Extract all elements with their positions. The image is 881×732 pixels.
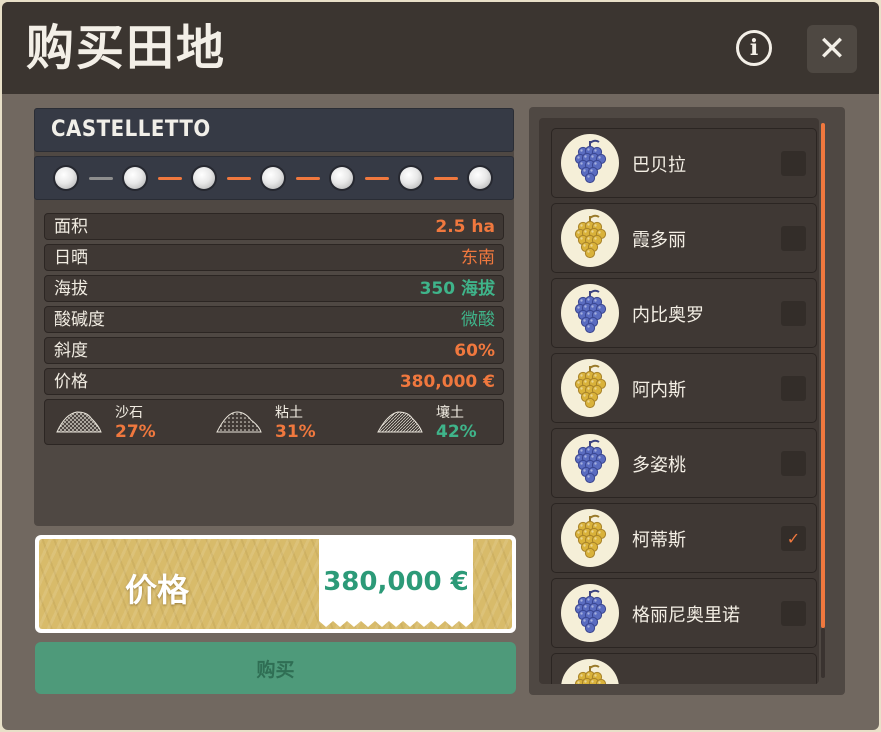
property-value: 350 海拔	[419, 279, 495, 299]
progress-dash	[227, 177, 251, 180]
field-name-header: CASTELLETTO	[34, 108, 514, 152]
progress-dot	[124, 167, 146, 189]
grape-item[interactable]: 格丽尼奥里诺	[551, 578, 817, 648]
property-row-altitude: 海拔 350 海拔	[44, 275, 504, 302]
grape-name: 多姿桃	[632, 455, 686, 476]
dialog-titlebar: 购买田地 i ✕	[2, 2, 879, 94]
grape-item[interactable]: 内比奥罗	[551, 278, 817, 348]
progress-dash	[158, 177, 182, 180]
checkbox[interactable]	[781, 376, 806, 401]
gravel-pile-icon	[56, 411, 102, 433]
progress-dot	[331, 167, 353, 189]
soil-loam: 壤土 42%	[376, 400, 526, 446]
checkbox[interactable]	[781, 226, 806, 251]
property-row-area: 面积 2.5 ha	[44, 213, 504, 240]
property-value: 60%	[454, 341, 495, 361]
grape-name: 格丽尼奥里诺	[632, 605, 740, 626]
soil-name: 粘土	[275, 405, 303, 421]
progress-dash	[296, 177, 320, 180]
progress-dot	[400, 167, 422, 189]
property-label: 价格	[54, 372, 88, 392]
soil-clay: 粘土 31%	[215, 400, 365, 446]
property-label: 日晒	[54, 248, 88, 268]
progress-dash	[89, 177, 113, 180]
grape-item[interactable]	[551, 653, 817, 684]
grape-cluster-icon	[561, 359, 619, 417]
soil-percent: 27%	[115, 422, 156, 442]
progress-dash	[434, 177, 458, 180]
grape-cluster-icon	[561, 509, 619, 567]
property-label: 斜度	[54, 341, 88, 361]
checkbox[interactable]	[781, 301, 806, 326]
field-progress-track	[34, 156, 514, 200]
progress-dot	[469, 167, 491, 189]
grape-item[interactable]: 柯蒂斯 ✓	[551, 503, 817, 573]
soil-percent: 42%	[436, 422, 477, 442]
checkbox[interactable]	[781, 151, 806, 176]
soil-name: 壤土	[436, 405, 464, 421]
grape-item[interactable]: 巴贝拉	[551, 128, 817, 198]
property-label: 酸碱度	[54, 310, 105, 330]
property-row-slope: 斜度 60%	[44, 337, 504, 364]
property-label: 海拔	[54, 279, 88, 299]
progress-dash	[365, 177, 389, 180]
wheat-background: 价格 380,000 €	[39, 539, 512, 629]
checkbox-checked[interactable]: ✓	[781, 526, 806, 551]
list-scrollbar-track[interactable]	[821, 628, 825, 678]
list-scrollbar-thumb[interactable]	[821, 123, 825, 628]
property-value: 微酸	[461, 310, 495, 330]
grape-name: 阿内斯	[632, 380, 686, 401]
grape-item[interactable]: 阿内斯	[551, 353, 817, 423]
property-row-acidity: 酸碱度 微酸	[44, 306, 504, 333]
property-value: 380,000 €	[399, 372, 495, 392]
grape-name: 内比奥罗	[632, 305, 704, 326]
grape-cluster-icon	[561, 434, 619, 492]
soil-name: 沙石	[115, 405, 143, 421]
grape-cluster-icon	[561, 134, 619, 192]
progress-dot	[193, 167, 215, 189]
field-details-panel: CASTELLETTO 面积 2.5 ha 日晒 东南 海拔 350 海拔 酸碱…	[34, 108, 514, 526]
grape-cluster-icon	[561, 584, 619, 642]
field-name: CASTELLETTO	[51, 117, 211, 142]
property-value: 东南	[461, 248, 495, 268]
price-summary: 价格 380,000 €	[35, 535, 516, 633]
progress-dot	[262, 167, 284, 189]
grape-cluster-icon	[561, 659, 619, 684]
soil-composition: 沙石 27% 粘土 31% 壤土 42%	[44, 399, 504, 445]
clay-pile-icon	[216, 411, 262, 433]
grape-cluster-icon	[561, 209, 619, 267]
info-icon[interactable]: i	[736, 30, 772, 66]
close-icon[interactable]: ✕	[807, 25, 857, 73]
grape-item[interactable]: 霞多丽	[551, 203, 817, 273]
price-value: 380,000 €	[323, 567, 469, 597]
property-row-sunlight: 日晒 东南	[44, 244, 504, 271]
checkbox[interactable]	[781, 451, 806, 476]
price-label: 价格	[125, 571, 190, 609]
soil-gravel: 沙石 27%	[55, 400, 205, 446]
grape-cluster-icon	[561, 284, 619, 342]
grape-name: 柯蒂斯	[632, 530, 686, 551]
property-row-price: 价格 380,000 €	[44, 368, 504, 395]
grape-variety-panel: 巴贝拉霞多丽内比奥罗阿内斯多姿桃柯蒂斯 ✓ 格丽尼奥里诺	[529, 107, 845, 695]
loam-pile-icon	[377, 411, 423, 433]
progress-dot	[55, 167, 77, 189]
checkbox[interactable]	[781, 601, 806, 626]
grape-item[interactable]: 多姿桃	[551, 428, 817, 498]
buy-button-label: 购买	[256, 659, 295, 681]
grape-name: 霞多丽	[632, 230, 686, 251]
grape-variety-list[interactable]: 巴贝拉霞多丽内比奥罗阿内斯多姿桃柯蒂斯 ✓ 格丽尼奥里诺	[539, 118, 819, 684]
buy-button[interactable]: 购买	[35, 642, 516, 694]
property-label: 面积	[54, 217, 88, 237]
receipt-zigzag-edge	[319, 615, 473, 627]
dialog-title: 购买田地	[26, 20, 227, 76]
grape-name: 巴贝拉	[632, 155, 686, 176]
soil-percent: 31%	[275, 422, 316, 442]
property-value: 2.5 ha	[435, 217, 495, 237]
